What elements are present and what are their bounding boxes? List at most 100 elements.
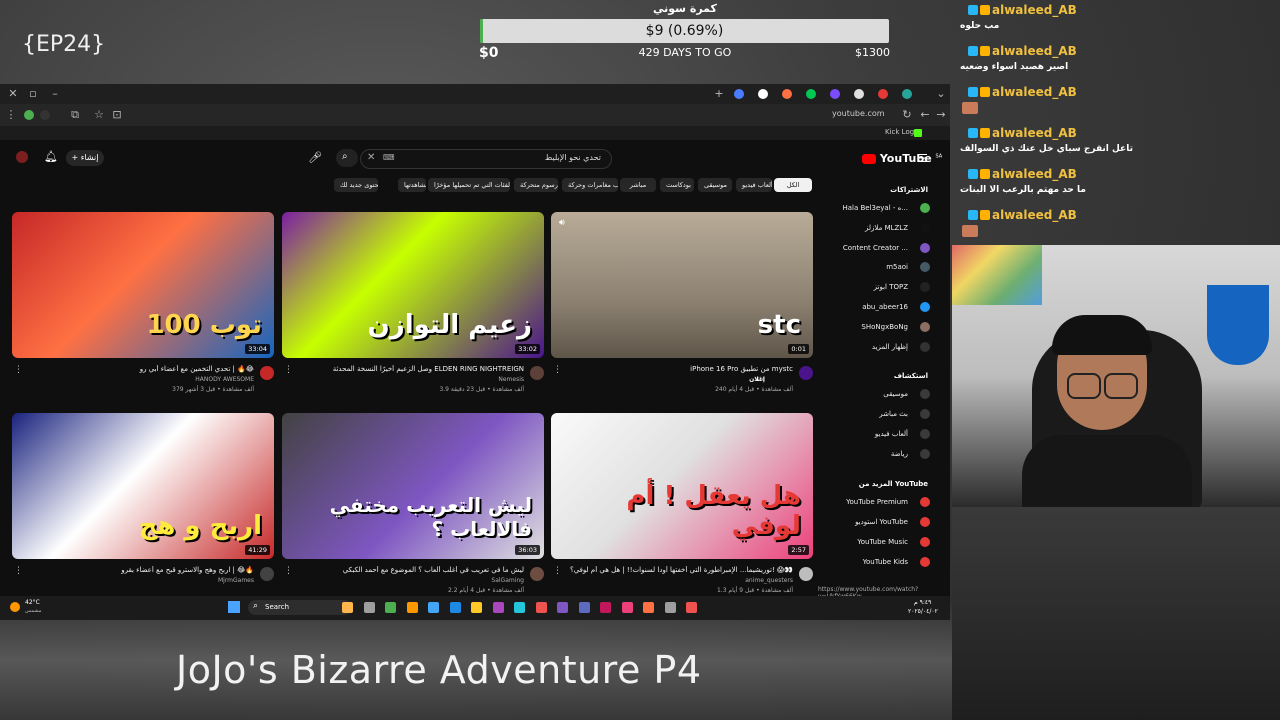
taskbar-search[interactable]: ⌕ Search [248,600,352,615]
more-options-icon[interactable]: ⋮ [553,365,562,375]
taskbar-app-icon[interactable] [535,602,547,613]
taskbar-app-icon[interactable] [492,602,504,613]
channel-avatar[interactable] [799,366,813,380]
sidebar-item[interactable]: Hala Bel3eyal - ه... [800,204,908,212]
video-card[interactable]: stc 0:01 iPhone 16 Pro من تطبيق mystc st… [551,212,813,407]
channel-name[interactable]: MjrmGames [24,577,254,584]
browser-tab[interactable] [830,89,840,99]
taskbar-app-icon[interactable] [643,602,654,613]
video-title[interactable]: اربح وهج والاسترو قبح مع أعضاء بقرو | 😂🔥 [24,566,254,574]
taskbar-app-icon[interactable] [578,602,590,613]
browser-tab[interactable] [878,89,888,99]
speaker-icon[interactable]: 🔊︎ [559,218,565,228]
more-options-icon[interactable]: ⋮ [284,566,293,576]
more-options-icon[interactable]: ⋮ [14,566,23,576]
taskbar-app-icon[interactable] [428,602,439,613]
filter-chip[interactable]: تمت مشاهدتها [398,178,426,192]
clear-search-icon[interactable]: ✕ [367,152,375,163]
minimize-icon[interactable]: – [48,87,62,100]
browser-tab[interactable] [782,89,792,99]
search-input[interactable]: ✕ ⌨ تحدي نحو الإبليط [360,149,612,169]
video-title[interactable]: ليش ما في تعريب في أغلب ألعاب ؟ الموضوع … [294,566,524,574]
mic-icon[interactable]: 🎤︎ [308,151,322,164]
forward-icon[interactable]: ← [918,108,932,121]
video-thumbnail[interactable]: زعيم التوازن 33:02 [282,212,544,358]
sidebar-item[interactable]: ملازلز MLZLZ [800,224,908,232]
filter-chip[interactable]: ألعاب مغامرات وحركة [562,178,618,192]
taskbar-app-icon[interactable] [363,602,375,613]
sidebar-item[interactable]: بث مباشر [800,410,908,418]
sidebar-item[interactable]: إظهار المزيد [800,343,908,351]
channel-name[interactable]: Nemesis [294,376,524,383]
taskbar-app-icon[interactable] [449,602,461,613]
back-icon[interactable]: → [934,108,948,121]
bookmark-star-icon[interactable]: ☆ [92,108,106,121]
chat-username[interactable]: alwaleed_AB [992,126,1077,140]
video-thumbnail[interactable]: توب 100 33:04 [12,212,274,358]
taskbar-app-icon[interactable] [686,602,697,613]
browser-tab[interactable] [734,89,744,99]
channel-avatar[interactable] [260,366,274,380]
taskbar-app-icon[interactable] [471,602,482,613]
sidebar-item[interactable]: رياضة [800,450,908,458]
more-options-icon[interactable]: ⋮ [284,365,293,375]
clock-time[interactable]: ٩:٤٩ م [914,599,931,606]
taskbar-app-icon[interactable] [385,602,396,613]
filter-chip[interactable]: رسوم متحركة [514,178,558,192]
url-field[interactable]: youtube.com [832,109,885,118]
chat-username[interactable]: alwaleed_AB [992,3,1077,17]
channel-avatar[interactable] [530,366,544,380]
browser-tab[interactable] [758,89,768,99]
sidebar-item[interactable]: SHoNgxBoNg [800,323,908,331]
restore-icon[interactable]: ▫ [26,87,40,100]
sidebar-item[interactable]: abu_abeer16 [800,303,908,311]
video-card[interactable]: زعيم التوازن 33:02 وصل الزعيم أخيرًا الن… [282,212,544,407]
sidebar-item[interactable]: ابوتز TOPZ [800,283,908,291]
extension-icon[interactable] [40,110,50,120]
channel-avatar[interactable] [530,567,544,581]
video-title[interactable]: توريشيما... الإمبراطورة التي أخفتها أودا… [563,566,793,574]
browser-tab[interactable] [854,89,864,99]
sidebar-item[interactable]: موسيقى [800,390,908,398]
notifications-bell-icon[interactable]: 🔔︎ [44,150,58,163]
filter-chip[interactable]: بودكاست [660,178,694,192]
video-title[interactable]: iPhone 16 Pro من تطبيق mystc [563,365,793,373]
video-card[interactable]: ليش التعريب مختفي فالالعاب ؟ 36:03 ليش م… [282,413,544,608]
taskbar-app-icon[interactable] [621,602,633,613]
chat-username[interactable]: alwaleed_AB [992,85,1077,99]
channel-name[interactable]: HANODY AWESOME [24,376,254,383]
more-options-icon[interactable]: ⋮ [553,566,562,576]
taskbar-app-icon[interactable] [664,602,676,613]
channel-avatar[interactable] [799,567,813,581]
video-card[interactable]: اربح و هج 41:29 اربح وهج والاسترو قبح مع… [12,413,274,608]
video-title[interactable]: تحدي التخمين مع أعضاء أبي رو | 🔥😂 [24,365,254,373]
menu-icon[interactable]: ⋮ [4,108,18,121]
channel-name[interactable]: SalGaming [294,577,524,584]
video-card[interactable]: هل يعقل ! أم لوفي 2:57 توريشيما... الإمب… [551,413,813,608]
youtube-logo[interactable]: YouTube SA [860,152,942,165]
sidebar-item[interactable]: m5aoi [800,263,908,271]
account-avatar[interactable] [16,151,28,163]
filter-chip[interactable]: ألعاب فيديو [736,178,772,192]
video-thumbnail[interactable]: stc 0:01 [551,212,813,358]
channel-avatar[interactable] [260,567,274,581]
more-options-icon[interactable]: ⋮ [14,365,23,375]
share-icon[interactable]: ⧉ [68,108,82,122]
sidebar-item[interactable]: ألعاب فيديو [800,430,908,438]
sidebar-item[interactable]: استوديو YouTube [800,518,908,526]
video-title[interactable]: وصل الزعيم أخيرًا النسخة المحدثة ELDEN R… [294,365,524,373]
video-thumbnail[interactable]: هل يعقل ! أم لوفي 2:57 [551,413,813,559]
taskbar-app-icon[interactable] [342,602,353,613]
taskbar-app-icon[interactable] [600,602,611,613]
windows-start-icon[interactable] [228,601,240,613]
filter-chip[interactable]: مباشر [620,178,656,192]
taskbar-app-icon[interactable] [514,602,525,613]
filter-chip[interactable]: محتوى جديد لك [334,178,378,192]
weather-temp[interactable]: 42°C [25,599,40,606]
tab-list-icon[interactable]: ⌄ [934,87,948,100]
profile-icon[interactable] [24,110,34,120]
search-button[interactable]: ⌕ [336,149,358,167]
create-button[interactable]: + إنشاء [66,150,104,166]
channel-name[interactable]: anime_questers [563,577,793,584]
sidebar-item[interactable]: YouTube Music [800,538,908,546]
